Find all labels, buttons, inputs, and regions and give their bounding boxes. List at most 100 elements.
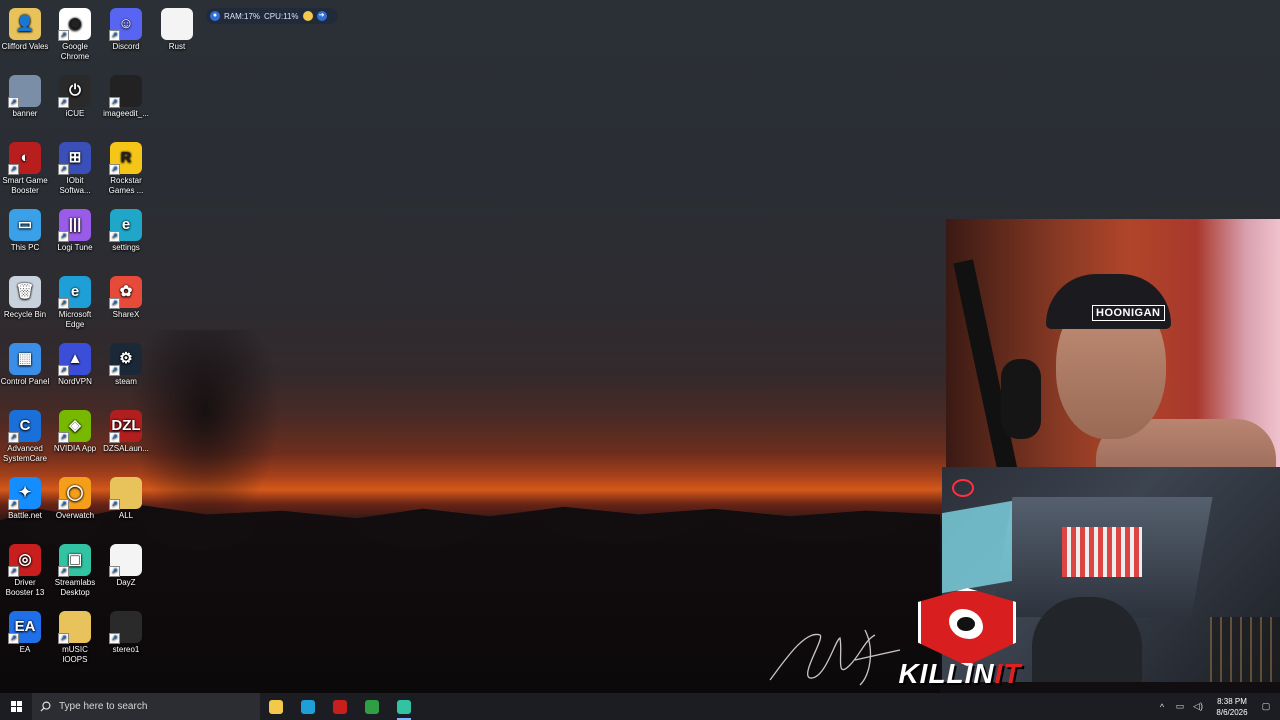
desktop-icon-label: Control Panel: [0, 377, 50, 386]
ram-usage: RAM:17%: [224, 11, 261, 21]
notifications-icon[interactable]: ▢: [1260, 701, 1272, 712]
app-icon: ⊞: [58, 142, 91, 175]
app-icon: ⚙: [109, 343, 142, 376]
taskbar-search[interactable]: Type here to search: [32, 693, 260, 720]
desktop-icon[interactable]: ✿ShareX: [101, 272, 151, 320]
app-icon: [109, 544, 142, 577]
system-tray: ^ ▭ ◁) 8:38 PM 8/6/2026 ▢: [1156, 696, 1280, 718]
desktop-icon[interactable]: mUSIC lOOPS: [50, 607, 100, 665]
volume-icon[interactable]: ◁): [1192, 701, 1204, 712]
desktop-icon[interactable]: ▦ Control Panel: [0, 339, 50, 387]
desktop-icon[interactable]: ALL: [101, 473, 151, 521]
desktop-icon[interactable]: ◉Google Chrome: [50, 4, 100, 62]
desktop-icon[interactable]: ◎Driver Booster 13: [0, 540, 50, 598]
desktop-icon[interactable]: ◈NVIDIA App: [50, 406, 100, 454]
taskbar: Type here to search ^ ▭ ◁) 8:38 PM 8/6/2…: [0, 693, 1280, 720]
clock-time: 8:38 PM: [1217, 696, 1247, 706]
desktop-icon-label: imageedit_...: [103, 109, 149, 118]
desktop-icon[interactable]: stereo1: [101, 607, 151, 655]
app-icon: ◈: [58, 410, 91, 443]
desktop-icon-label: banner: [12, 109, 38, 118]
ring-light: [952, 479, 974, 497]
desktop-icon-label: DZSALaun...: [103, 444, 149, 453]
desktop-icon[interactable]: 👤 Clifford Vales: [0, 4, 50, 52]
desktop-icon[interactable]: ◐Smart Game Booster: [0, 138, 50, 196]
killinit-logo: KILLINIT: [880, 588, 1040, 690]
desktop-icon-label: IObit Softwa...: [59, 176, 91, 195]
taskbar-app-streamlabs[interactable]: [388, 693, 420, 720]
desktop-icon[interactable]: ☺Discord: [101, 4, 151, 52]
app-icon: ▦: [9, 343, 41, 375]
app-icon: ◐: [8, 142, 41, 175]
logo-text-main: KILLIN: [898, 658, 995, 689]
desktop-icon[interactable]: ▭ This PC: [0, 205, 50, 253]
app-icon: ⏻: [58, 75, 91, 108]
streamlabs-icon: [397, 699, 411, 714]
windows-icon: [10, 701, 22, 712]
app-icon: 🗑: [9, 276, 41, 308]
desktop-icon-label: ShareX: [112, 310, 140, 319]
desktop-icon-label: Advanced SystemCare: [2, 444, 47, 463]
cpu-usage: CPU:11%: [264, 11, 299, 21]
desktop-icon-label: Driver Booster 13: [5, 578, 45, 597]
taskbar-app-smart-game-booster[interactable]: [324, 693, 356, 720]
app-icon: ✦: [8, 477, 41, 510]
taskbar-app-xbox[interactable]: [356, 693, 388, 720]
desktop-icon[interactable]: CAdvanced SystemCare: [0, 406, 50, 464]
app-icon: ✿: [109, 276, 142, 309]
taskbar-app-edge[interactable]: [292, 693, 324, 720]
desktop-icon[interactable]: |||Logi Tune: [50, 205, 100, 253]
dragon-icon: [949, 609, 983, 639]
desktop-icon[interactable]: DayZ: [101, 540, 151, 588]
streamer-back: [1032, 597, 1142, 682]
desktop-icon[interactable]: ▣Streamlabs Desktop: [50, 540, 100, 598]
desktop-icon[interactable]: ⏻iCUE: [50, 71, 100, 119]
smart-game-booster-icon: [333, 699, 347, 714]
edge-icon: [301, 699, 315, 714]
app-icon: e: [58, 276, 91, 309]
desktop-icon[interactable]: ⚙steam: [101, 339, 151, 387]
taskbar-app-file-explorer[interactable]: [260, 693, 292, 720]
search-placeholder: Type here to search: [59, 701, 148, 712]
desktop-icon-label: NVIDIA App: [53, 444, 97, 453]
microphone-icon[interactable]: ●: [210, 11, 220, 21]
chevron-up-icon[interactable]: ^: [1156, 702, 1168, 712]
desktop-icon[interactable]: imageedit_...: [101, 71, 151, 119]
desktop-icon-label: stereo1: [112, 645, 140, 654]
desktop-icon-label: Battle.net: [8, 511, 42, 520]
desktop-icon-label: Clifford Vales: [1, 42, 49, 51]
keyboard: [1062, 527, 1142, 577]
desktop-icon[interactable]: RRockstar Games ...: [101, 138, 151, 196]
desktop-icon[interactable]: EAEA: [0, 607, 50, 655]
arrow-right-icon[interactable]: ➜: [316, 11, 327, 21]
desktop-icon[interactable]: Rust: [152, 4, 202, 52]
desktop-icon[interactable]: esettings: [101, 205, 151, 253]
desktop-icon-label: settings: [112, 243, 140, 252]
desktop-icon[interactable]: ⊞IObit Softwa...: [50, 138, 100, 196]
system-monitor-widget[interactable]: ● RAM:17% CPU:11% ➜: [206, 8, 338, 24]
desktop-icon[interactable]: ◯Overwatch: [50, 473, 100, 521]
desktop-icon[interactable]: 🗑 Recycle Bin: [0, 272, 50, 320]
clock-date: 8/6/2026: [1216, 707, 1248, 717]
app-icon: ▣: [58, 544, 91, 577]
desktop-icon-label: mUSIC lOOPS: [62, 645, 88, 664]
app-icon: e: [109, 209, 142, 242]
desktop-icon[interactable]: DZLDZSALaun...: [101, 406, 151, 454]
desktop-icon-label: NordVPN: [58, 377, 92, 386]
pegboard: [1210, 617, 1280, 682]
monitor: [942, 500, 1012, 594]
search-icon: [40, 701, 51, 712]
taskbar-clock[interactable]: 8:38 PM 8/6/2026: [1210, 696, 1254, 718]
desktop-icon-label: ALL: [118, 511, 134, 520]
desktop-icon[interactable]: ✦Battle.net: [0, 473, 50, 521]
start-button[interactable]: [0, 693, 32, 720]
desktop-icon[interactable]: banner: [0, 71, 50, 119]
xbox-icon: [365, 699, 379, 714]
desktop-icon[interactable]: eMicrosoft Edge: [50, 272, 100, 330]
desktop-icon[interactable]: ▲NordVPN: [50, 339, 100, 387]
desktop-icon-label: Logi Tune: [57, 243, 93, 252]
desktop-icon-label: Smart Game Booster: [2, 176, 48, 195]
app-icon: EA: [8, 611, 41, 644]
desktop-icon-label: Google Chrome: [60, 42, 90, 61]
network-icon[interactable]: ▭: [1174, 701, 1186, 712]
